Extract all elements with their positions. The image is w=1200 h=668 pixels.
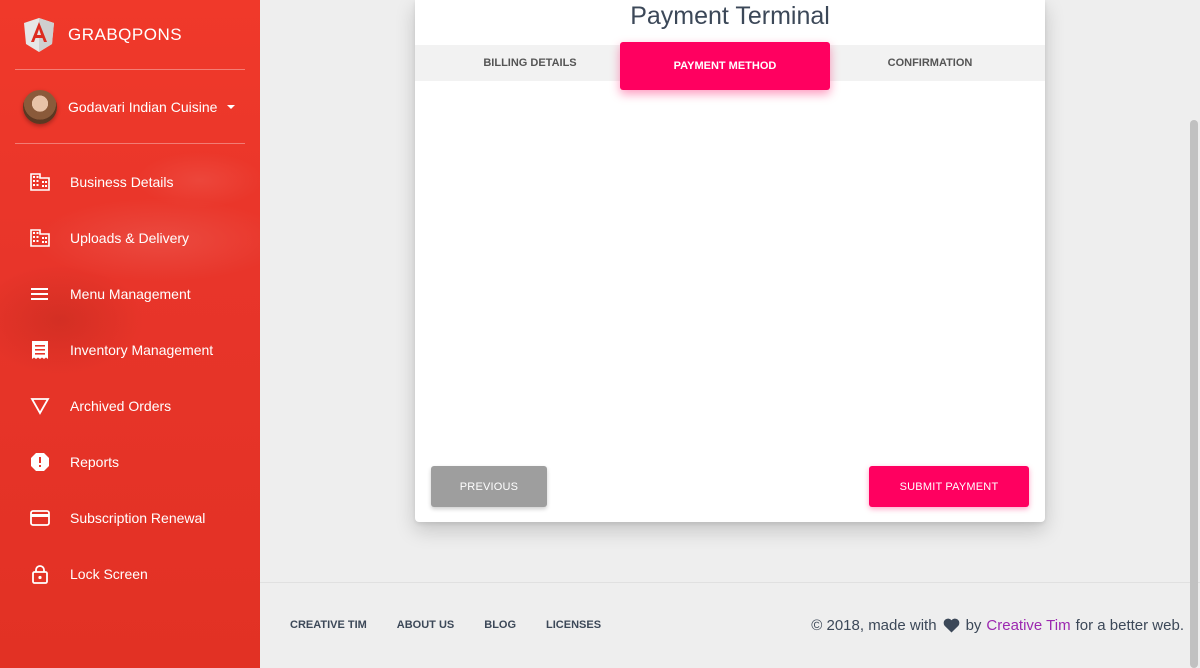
sidebar-item-label: Business Details: [70, 174, 174, 190]
sidebar-item-archived-orders[interactable]: Archived Orders: [0, 378, 260, 434]
sidebar-item-label: Menu Management: [70, 286, 191, 302]
alert-icon: [30, 452, 50, 472]
footer-link-creative-tim[interactable]: CREATIVE TIM: [290, 619, 367, 631]
brand[interactable]: GRABQPONS: [24, 18, 182, 52]
sidebar-divider: [15, 143, 245, 144]
caret-down-icon: [227, 105, 236, 109]
user-profile[interactable]: Godavari Indian Cuisine: [23, 90, 236, 124]
sidebar-item-subscription-renewal[interactable]: Subscription Renewal: [0, 490, 260, 546]
sidebar-nav: Business Details Uploads & Delivery Menu…: [0, 154, 260, 602]
building-icon: [30, 172, 50, 192]
avatar: [23, 90, 57, 124]
sidebar-item-inventory-management[interactable]: Inventory Management: [0, 322, 260, 378]
brand-name: GRABQPONS: [68, 25, 183, 44]
copyright-by: by: [965, 617, 982, 634]
footer-link-about-us[interactable]: ABOUT US: [397, 619, 454, 631]
copyright: © 2018, made with by Creative Tim for a …: [811, 617, 1184, 634]
credit-card-icon: [30, 508, 50, 528]
tab-payment-method[interactable]: PAYMENT METHOD: [620, 42, 830, 90]
creative-tim-link[interactable]: Creative Tim: [986, 617, 1070, 634]
tab-confirmation[interactable]: CONFIRMATION: [825, 45, 1035, 81]
sidebar-item-label: Inventory Management: [70, 342, 214, 358]
payment-card: Payment Terminal BILLING DETAILS CONFIRM…: [415, 0, 1045, 522]
page-title: Payment Terminal: [630, 2, 830, 30]
receipt-icon: [30, 340, 50, 360]
sidebar: GRABQPONS Godavari Indian Cuisine Busine…: [0, 0, 260, 668]
sidebar-item-lock-screen[interactable]: Lock Screen: [0, 546, 260, 602]
sidebar-item-uploads-delivery[interactable]: Uploads & Delivery: [0, 210, 260, 266]
sidebar-divider: [15, 69, 245, 70]
sidebar-item-business-details[interactable]: Business Details: [0, 154, 260, 210]
building-icon: [30, 228, 50, 248]
heart-icon: [943, 618, 960, 633]
footer: CREATIVE TIM ABOUT US BLOG LICENSES © 20…: [260, 582, 1200, 668]
page-scrollbar[interactable]: [1190, 120, 1198, 668]
triangle-down-icon: [30, 396, 50, 416]
sidebar-item-label: Archived Orders: [70, 398, 172, 414]
lock-icon: [30, 564, 50, 584]
tab-billing-details[interactable]: BILLING DETAILS: [415, 45, 645, 81]
previous-button[interactable]: PREVIOUS: [431, 466, 547, 507]
submit-payment-button[interactable]: SUBMIT PAYMENT: [869, 466, 1029, 507]
sidebar-item-reports[interactable]: Reports: [0, 434, 260, 490]
footer-link-blog[interactable]: BLOG: [484, 619, 516, 631]
copyright-prefix: © 2018, made with: [811, 617, 937, 634]
user-name: Godavari Indian Cuisine: [68, 99, 218, 115]
angular-logo-icon: [24, 18, 54, 52]
sidebar-item-label: Lock Screen: [70, 566, 148, 582]
copyright-suffix: for a better web.: [1075, 617, 1184, 634]
footer-link-licenses[interactable]: LICENSES: [546, 619, 601, 631]
footer-links: CREATIVE TIM ABOUT US BLOG LICENSES: [290, 619, 631, 631]
sidebar-item-menu-management[interactable]: Menu Management: [0, 266, 260, 322]
sidebar-item-label: Subscription Renewal: [70, 510, 206, 526]
menu-icon: [30, 284, 50, 304]
sidebar-item-label: Reports: [70, 454, 120, 470]
sidebar-item-label: Uploads & Delivery: [70, 230, 190, 246]
